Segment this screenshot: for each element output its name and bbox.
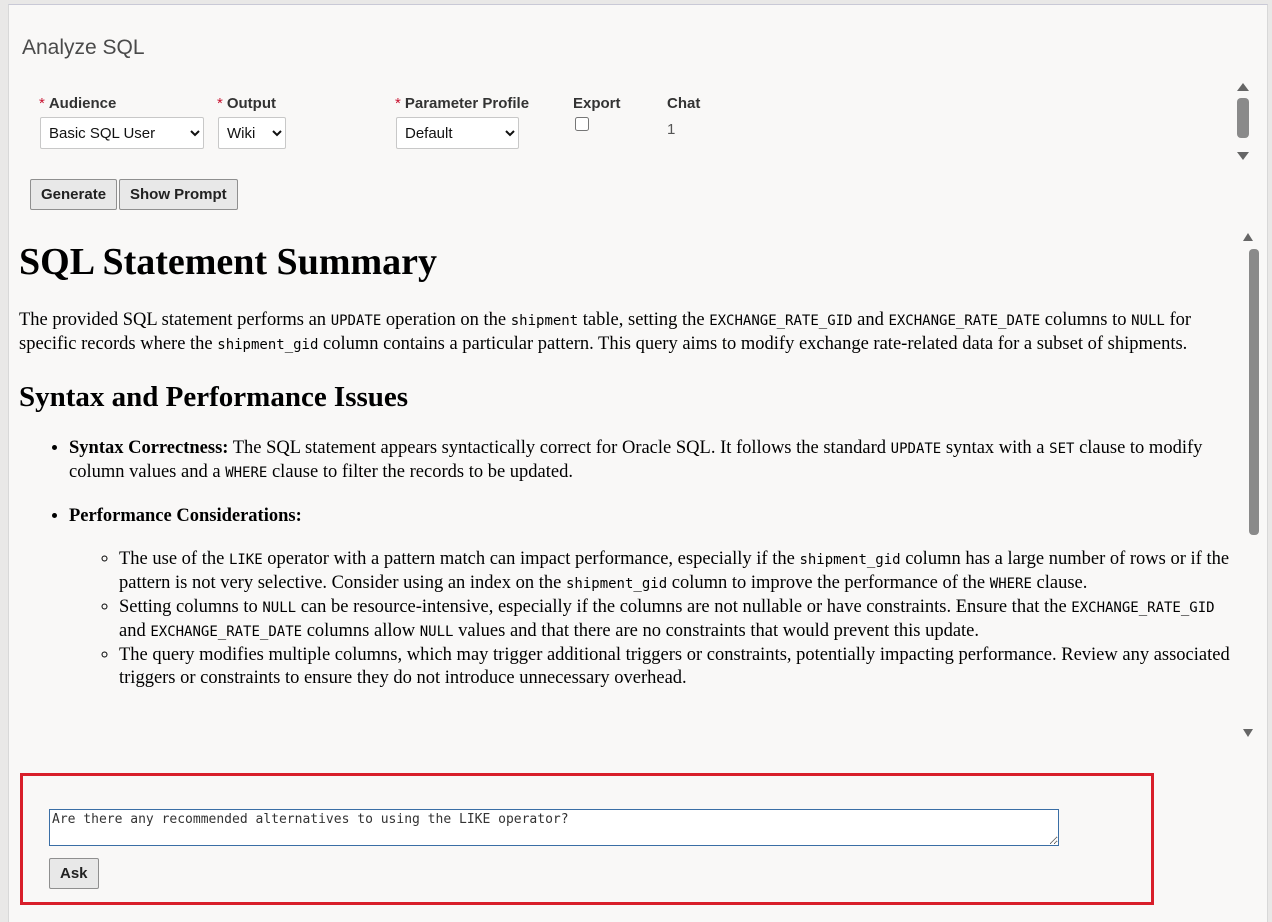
ask-button[interactable]: Ask — [49, 858, 99, 889]
list-item: Performance Considerations: The use of t… — [69, 505, 1245, 690]
inline-code: EXCHANGE_RATE_GID — [1071, 600, 1215, 616]
inline-code: SET — [1049, 441, 1075, 457]
text-run: The query modifies multiple columns, whi… — [119, 645, 1230, 688]
text-run: values and that there are no constraints… — [453, 621, 980, 641]
issues-heading: Syntax and Performance Issues — [19, 381, 409, 413]
text-run: syntax with a — [941, 438, 1050, 458]
export-checkbox[interactable] — [575, 117, 589, 131]
text-run: can be resource-intensive, especially if… — [296, 597, 1072, 617]
text-run: Setting columns to — [119, 597, 263, 617]
syntax-correctness-text: The SQL statement appears syntactically … — [69, 438, 1202, 482]
inline-code: EXCHANGE_RATE_GID — [709, 313, 853, 329]
list-item: The query modifies multiple columns, whi… — [119, 644, 1245, 690]
scroll-thumb[interactable] — [1237, 98, 1249, 138]
list-item: Setting columns to NULL can be resource-… — [119, 596, 1245, 644]
inline-code: NULL — [262, 600, 297, 616]
list-item: Syntax Correctness: The SQL statement ap… — [69, 437, 1245, 485]
text-run: table, setting the — [578, 310, 710, 330]
inline-code: NULL — [1131, 313, 1165, 329]
required-mark: * — [217, 95, 223, 112]
text-run: columns to — [1040, 310, 1132, 330]
required-mark: * — [39, 95, 45, 112]
text-run: clause to filter the records to be updat… — [267, 462, 573, 482]
scroll-down-arrow-icon[interactable] — [1243, 729, 1253, 737]
inline-code: shipment_gid — [217, 337, 319, 353]
text-run: The SQL statement appears syntactically … — [228, 438, 891, 458]
analysis-output: SQL Statement Summary The provided SQL s… — [19, 227, 1245, 747]
parameter-profile-label: * Parameter Profile — [395, 95, 530, 112]
show-prompt-button[interactable]: Show Prompt — [119, 179, 238, 210]
issues-list: Syntax Correctness: The SQL statement ap… — [19, 437, 1245, 690]
audience-label: * Audience — [39, 95, 117, 112]
inline-code: WHERE — [989, 576, 1032, 592]
text-run: columns allow — [302, 621, 420, 641]
text-run: The provided SQL statement performs an — [19, 310, 331, 330]
text-run: column to improve the performance of the — [667, 573, 990, 593]
syntax-correctness-label: Syntax Correctness: — [69, 438, 229, 458]
analyze-sql-panel: Analyze SQL * Audience Basic SQL User * Ou… — [8, 4, 1268, 922]
inline-code: LIKE — [228, 552, 263, 568]
inline-code: UPDATE — [890, 441, 942, 457]
performance-considerations-label: Performance Considerations: — [69, 506, 302, 526]
inline-code: shipment_gid — [565, 576, 668, 592]
text-run: and — [852, 310, 889, 330]
text-run: operator with a pattern match can impact… — [262, 549, 800, 569]
parameter-profile-select[interactable]: Default — [396, 117, 519, 149]
inline-code: NULL — [419, 624, 454, 640]
scroll-down-arrow-icon[interactable] — [1237, 152, 1249, 160]
chat-box-highlight: Are there any recommended alternatives t… — [20, 773, 1154, 905]
performance-sublist: The use of the LIKE operator with a patt… — [69, 548, 1245, 690]
chat-label: Chat — [667, 95, 701, 112]
scroll-thumb[interactable] — [1249, 249, 1259, 535]
summary-paragraph: The provided SQL statement performs an U… — [19, 309, 1245, 357]
audience-select[interactable]: Basic SQL User — [40, 117, 204, 149]
output-select[interactable]: Wiki — [218, 117, 286, 149]
inline-code: WHERE — [225, 465, 268, 481]
text-run: and — [119, 621, 151, 641]
inline-code: EXCHANGE_RATE_DATE — [150, 624, 303, 640]
inline-code: EXCHANGE_RATE_DATE — [888, 313, 1041, 329]
chat-question-input[interactable]: Are there any recommended alternatives t… — [49, 809, 1059, 846]
required-mark: * — [395, 95, 401, 112]
inline-code: shipment_gid — [799, 552, 901, 568]
text-run: column contains a particular pattern. Th… — [318, 334, 1188, 354]
summary-heading: SQL Statement Summary — [19, 241, 437, 283]
text-run: The use of the — [119, 549, 229, 569]
inline-code: shipment — [510, 313, 579, 329]
generate-button[interactable]: Generate — [30, 179, 118, 210]
text-run: clause. — [1031, 573, 1088, 593]
chat-count: 1 — [667, 121, 676, 138]
scroll-up-arrow-icon[interactable] — [1237, 83, 1249, 91]
output-label: * Output — [217, 95, 276, 112]
scroll-up-arrow-icon[interactable] — [1243, 233, 1253, 241]
text-run: operation on the — [381, 310, 511, 330]
list-item: The use of the LIKE operator with a patt… — [119, 548, 1245, 596]
page-title: Analyze SQL — [22, 36, 145, 59]
inline-code: UPDATE — [330, 313, 382, 329]
export-label: Export — [573, 95, 621, 112]
